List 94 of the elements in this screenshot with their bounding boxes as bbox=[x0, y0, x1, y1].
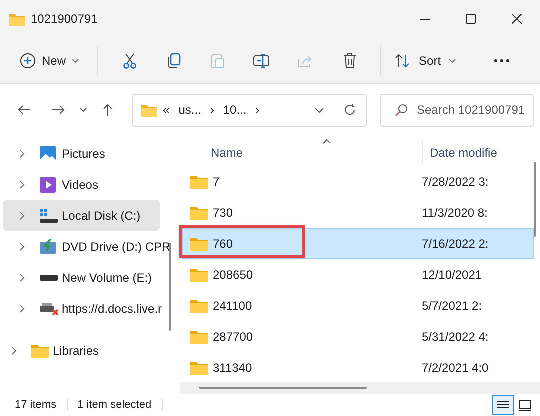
caret-icon bbox=[315, 108, 324, 112]
window-title: 1021900791 bbox=[31, 11, 98, 28]
scissors-icon bbox=[123, 52, 138, 68]
scrollbar[interactable] bbox=[169, 243, 171, 331]
date-modified: 12/10/2021 bbox=[422, 266, 482, 284]
column-header[interactable]: Date modifie bbox=[423, 144, 498, 164]
clipboard-icon bbox=[211, 52, 226, 68]
caret-icon bbox=[449, 58, 456, 62]
folder-icon bbox=[190, 236, 208, 250]
file-row[interactable]: 241100 5/7/2021 2: bbox=[182, 290, 534, 321]
refresh-icon bbox=[344, 104, 356, 116]
breadcrumb[interactable]: 10... bbox=[223, 101, 247, 119]
tiles-icon bbox=[519, 400, 531, 410]
file-row[interactable]: 730 11/3/2020 8: bbox=[182, 197, 534, 228]
folder-icon bbox=[31, 344, 49, 358]
folder-icon bbox=[190, 174, 208, 188]
chevron-icon bbox=[20, 180, 25, 188]
share-icon bbox=[298, 54, 314, 68]
file-row[interactable]: 311340 7/2/2021 4:0 bbox=[182, 352, 534, 383]
date-modified: 7/16/2022 2: bbox=[422, 236, 489, 252]
drive-icon bbox=[40, 274, 58, 280]
file-name: 208650 bbox=[212, 266, 254, 284]
network-drive-icon bbox=[40, 302, 60, 316]
sidebar-item[interactable]: Libraries bbox=[3, 335, 160, 366]
details-view-button[interactable] bbox=[492, 395, 514, 415]
date-modified: 7/2/2021 4:0 bbox=[422, 360, 489, 376]
up-arrow-icon bbox=[103, 104, 113, 116]
sidebar-item[interactable]: Local Disk (C:) bbox=[3, 200, 160, 231]
item-count: 17 items bbox=[15, 398, 57, 413]
sort-icon bbox=[395, 54, 412, 68]
chevron-icon bbox=[20, 304, 25, 312]
column-header[interactable]: Name bbox=[180, 144, 422, 164]
file-row[interactable]: 760 7/16/2022 2: bbox=[182, 228, 534, 259]
close-icon bbox=[512, 14, 522, 24]
sidebar-item[interactable]: DVD Drive (D:) CPR bbox=[3, 231, 171, 262]
selection-status: 1 item selected bbox=[78, 398, 152, 413]
address-bar[interactable]: « us... › 10... › bbox=[132, 94, 367, 126]
folder-icon bbox=[9, 12, 25, 26]
sidebar-item[interactable]: Videos bbox=[3, 169, 160, 200]
more-icon bbox=[494, 58, 510, 62]
list-icon bbox=[497, 400, 509, 410]
date-modified: 7/28/2022 3: bbox=[422, 174, 489, 190]
folder-icon bbox=[190, 268, 208, 282]
scrollbar[interactable] bbox=[534, 162, 536, 237]
chevron-icon bbox=[20, 242, 25, 250]
date-modified: 5/7/2021 2: bbox=[422, 298, 482, 314]
folder-icon bbox=[141, 104, 157, 116]
file-row[interactable]: 208650 12/10/2021 bbox=[182, 259, 534, 290]
chevron-icon bbox=[20, 274, 25, 282]
minimize-icon bbox=[420, 18, 430, 20]
maximize-icon bbox=[466, 14, 476, 24]
search-icon bbox=[395, 104, 408, 116]
rename-icon bbox=[253, 54, 272, 68]
sidebar-item[interactable]: https://d.docs.live.r bbox=[3, 293, 162, 324]
chevron-icon bbox=[12, 346, 17, 354]
folder-icon bbox=[190, 330, 208, 344]
breadcrumb[interactable]: › bbox=[256, 101, 260, 119]
file-name: 311340 bbox=[212, 360, 254, 376]
sort-ascending-icon bbox=[323, 139, 331, 144]
breadcrumb[interactable]: « bbox=[163, 101, 170, 119]
videos-icon bbox=[40, 176, 56, 192]
chevron-icon bbox=[20, 150, 25, 158]
file-row[interactable]: 7 7/28/2022 3: bbox=[182, 166, 534, 197]
disk-icon bbox=[40, 208, 58, 222]
new-button[interactable]: New bbox=[14, 44, 86, 76]
breadcrumb[interactable]: us... bbox=[178, 101, 202, 119]
file-name: 287700 bbox=[212, 328, 254, 346]
search-box[interactable]: Search 1021900791 bbox=[380, 94, 534, 126]
date-modified: 5/31/2022 4: bbox=[422, 328, 489, 346]
caret-icon bbox=[80, 108, 86, 112]
breadcrumb[interactable]: › bbox=[210, 101, 214, 119]
file-name: 241100 bbox=[212, 298, 254, 314]
forward-arrow-icon bbox=[52, 105, 64, 115]
folder-icon bbox=[190, 206, 208, 220]
trash-icon bbox=[343, 52, 358, 68]
copy-icon bbox=[167, 52, 182, 68]
search-field[interactable]: Search 1021900791 bbox=[417, 101, 527, 119]
file-name: 760 bbox=[212, 236, 234, 252]
sort-button[interactable]: Sort bbox=[391, 44, 460, 76]
scrollbar[interactable] bbox=[199, 387, 367, 389]
sidebar-item[interactable]: New Volume (E:) bbox=[3, 262, 160, 293]
file-row[interactable]: 287700 5/31/2022 4: bbox=[182, 321, 534, 352]
dvd-drive-icon bbox=[40, 238, 58, 254]
back-arrow-icon bbox=[18, 105, 30, 115]
file-name: 730 bbox=[212, 204, 234, 222]
date-modified: 11/3/2020 8: bbox=[422, 204, 488, 222]
pictures-icon bbox=[40, 146, 56, 162]
folder-icon bbox=[190, 360, 208, 374]
chevron-icon bbox=[20, 212, 25, 220]
sidebar-item[interactable]: Pictures bbox=[3, 138, 160, 169]
folder-icon bbox=[190, 298, 208, 312]
file-name: 7 bbox=[212, 174, 221, 190]
caret-icon bbox=[72, 58, 80, 62]
plus-icon bbox=[20, 52, 36, 68]
